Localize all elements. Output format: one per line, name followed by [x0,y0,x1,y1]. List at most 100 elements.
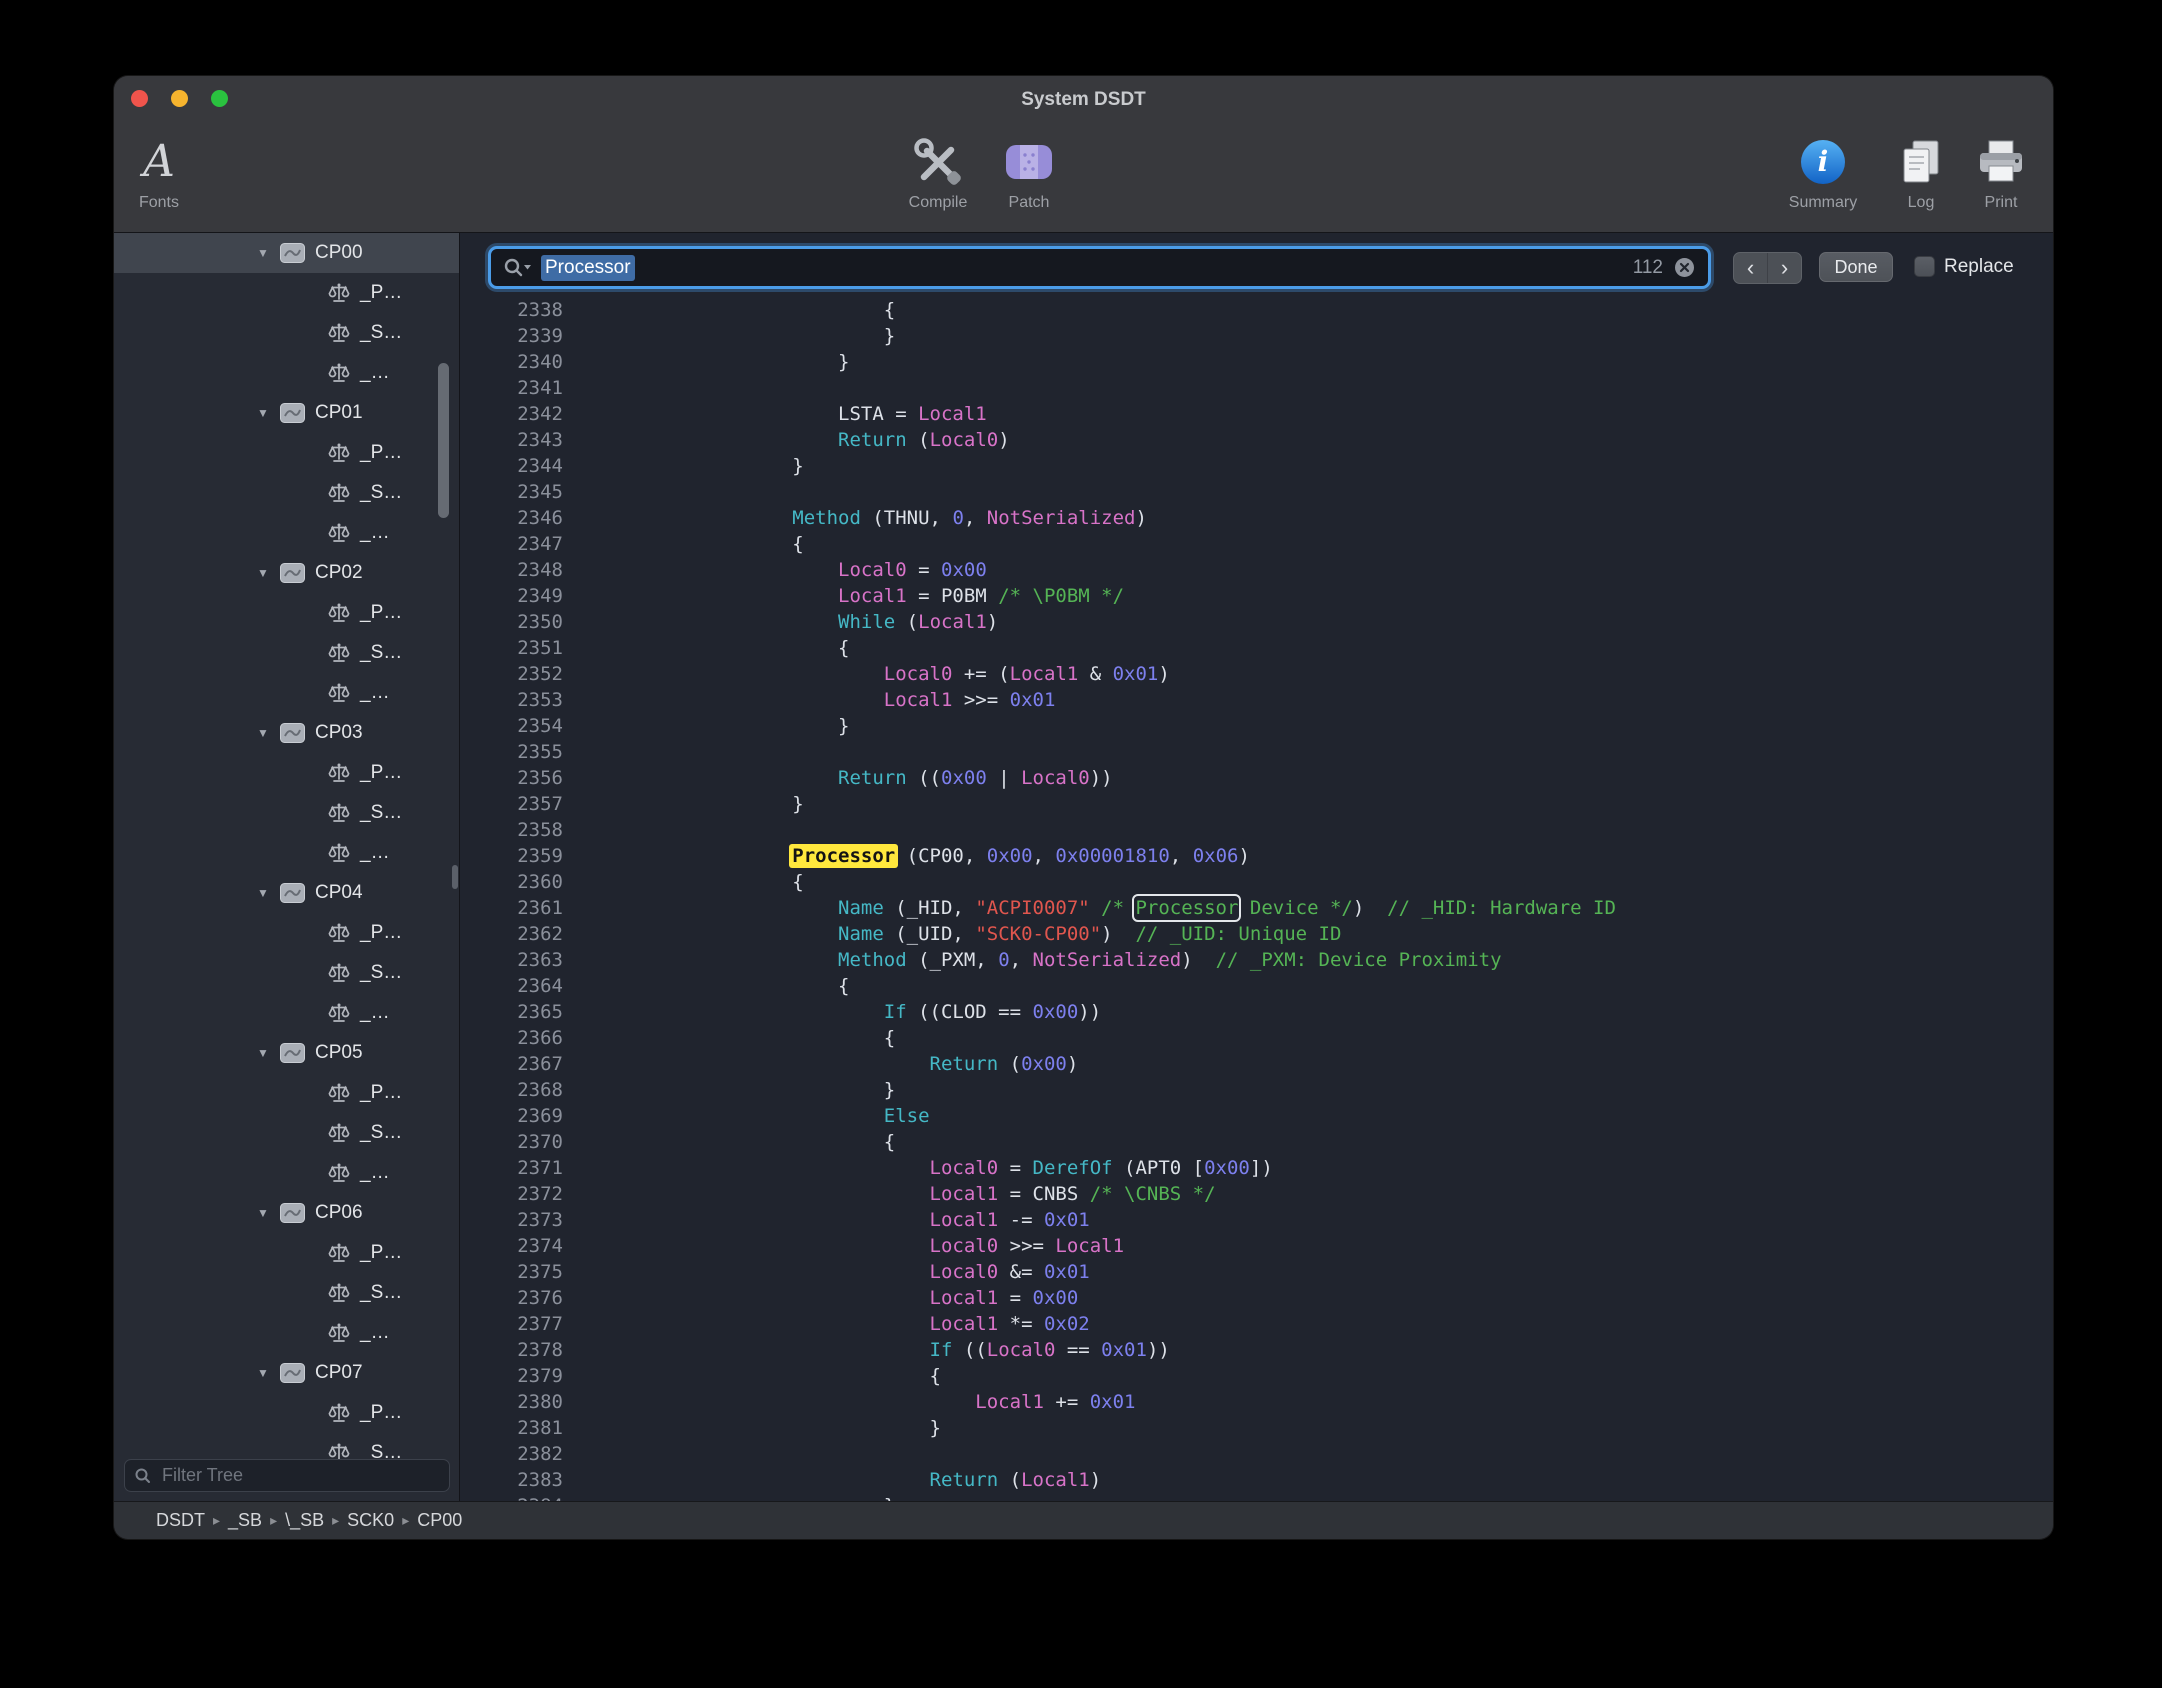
tree-item-node[interactable]: _… [114,1313,459,1353]
tree-item-p[interactable]: _P… [114,593,459,633]
tree-item-cp06[interactable]: ▼CP06 [114,1193,459,1233]
line-number: 2369 [460,1103,563,1129]
patch-button[interactable]: Patch [969,130,1089,212]
line-number: 2370 [460,1129,563,1155]
tree-item-label: CP07 [315,1362,363,1384]
tree-item-p[interactable]: _P… [114,913,459,953]
tree-item-node[interactable]: _… [114,673,459,713]
disclosure-triangle-icon[interactable]: ▼ [254,1366,272,1380]
tree-item-node[interactable]: _… [114,1153,459,1193]
breadcrumb-separator: ▸ [213,1512,220,1529]
tree-item-cp02[interactable]: ▼ CP02 [114,553,459,593]
breadcrumb-item[interactable]: CP00 [417,1510,462,1531]
splitter-handle[interactable] [452,865,458,889]
tree-item-p[interactable]: _P… [114,753,459,793]
disclosure-triangle-icon[interactable]: ▼ [254,246,272,260]
code-line: 2381 } [460,1415,2053,1441]
tree-item-label: _P… [360,1402,402,1424]
tree-item-s[interactable]: _S… [114,793,459,833]
disclosure-triangle-icon[interactable]: ▼ [254,566,272,580]
tree-item-cp04[interactable]: ▼ CP04 [114,873,459,913]
code-line: 2372 Local1 = CNBS /* \CNBS */ [460,1181,2053,1207]
breadcrumb-item[interactable]: DSDT [156,1510,205,1531]
next-match-button[interactable]: › [1768,253,1801,283]
summary-label: Summary [1789,194,1857,212]
tree-item-s[interactable]: _S… [114,1113,459,1153]
tree-item-cp01[interactable]: ▼CP01 [114,393,459,433]
tree-item-s[interactable]: _S… [114,953,459,993]
code-text: Local1 -= 0x01 [655,1207,1090,1233]
tree-item-node[interactable]: _… [114,833,459,873]
tree-item-cp00[interactable]: ▼CP00 [114,233,459,273]
print-button[interactable]: Print [1941,130,2053,212]
tree-item-s[interactable]: _S… [114,473,459,513]
tree-item-label: CP04 [315,882,363,904]
code-line: 2360 { [460,869,2053,895]
line-number: 2378 [460,1337,563,1363]
method-icon [328,962,350,984]
tree-item-s[interactable]: _S… [114,633,459,673]
disclosure-triangle-icon[interactable]: ▼ [254,406,272,420]
tree-item-p[interactable]: _P… [114,433,459,473]
disclosure-triangle-icon[interactable]: ▼ [254,1206,272,1220]
breadcrumb-item[interactable]: SCK0 [347,1510,394,1531]
line-number: 2371 [460,1155,563,1181]
method-icon [328,1282,350,1304]
tree-item-p[interactable]: _P… [114,273,459,313]
find-input[interactable]: Processor 112 [488,246,1711,289]
code-text: Return (0x00) [655,1051,1078,1077]
tree-item-node[interactable]: _… [114,353,459,393]
tree-item-p[interactable]: _P… [114,1073,459,1113]
tree-item-cp05[interactable]: ▼CP05 [114,1033,459,1073]
editor[interactable]: Processor 112 ‹ › Don [460,233,2053,1501]
filter-tree-input[interactable] [160,1464,440,1487]
disclosure-triangle-icon[interactable]: ▼ [254,886,272,900]
tree-item-node[interactable]: _… [114,513,459,553]
tree-item-label: _… [360,522,390,544]
breadcrumb-item[interactable]: \_SB [285,1510,324,1531]
code-text: } [655,1077,895,1103]
line-number: 2338 [460,297,563,323]
code-line: 2353 Local1 >>= 0x01 [460,687,2053,713]
clear-search-icon[interactable] [1673,256,1696,279]
method-icon [328,442,350,464]
tree-item-label: _P… [360,442,402,464]
line-number: 2365 [460,999,563,1025]
code-line: 2351 { [460,635,2053,661]
code-line: 2369 Else [460,1103,2053,1129]
previous-match-button[interactable]: ‹ [1734,253,1768,283]
breadcrumb-item[interactable]: _SB [228,1510,262,1531]
line-number: 2380 [460,1389,563,1415]
tree-item-p[interactable]: _P… [114,1393,459,1433]
replace-checkbox[interactable] [1914,256,1935,277]
tree-item-p[interactable]: _P… [114,1233,459,1273]
tree-item-cp07[interactable]: ▼ CP07 [114,1353,459,1393]
code-line: 2338 { [460,297,2053,323]
line-number: 2362 [460,921,563,947]
fonts-button[interactable]: A Fonts [114,130,219,212]
tree-item-node[interactable]: _… [114,993,459,1033]
tree-item-label: _… [360,1002,390,1024]
line-number: 2357 [460,791,563,817]
method-icon [328,282,350,304]
line-number: 2358 [460,817,563,843]
disclosure-triangle-icon[interactable]: ▼ [254,726,272,740]
done-button[interactable]: Done [1819,252,1893,282]
tree-item-s[interactable]: _S… [114,313,459,353]
sidebar-scrollbar[interactable] [438,363,449,518]
code-text: Name (_UID, "SCK0-CP00") // _UID: Unique… [655,921,1341,947]
code-text: } [655,713,849,739]
code-line: 2340 } [460,349,2053,375]
search-menu-icon[interactable] [503,257,533,279]
tree-item-label: CP02 [315,562,363,584]
code-line: 2356 Return ((0x00 | Local0)) [460,765,2053,791]
disclosure-triangle-icon[interactable]: ▼ [254,1046,272,1060]
code-line: 2364 { [460,973,2053,999]
tree-item-cp03[interactable]: ▼CP03 [114,713,459,753]
tree-item-s[interactable]: _S… [114,1273,459,1313]
method-icon [328,362,350,384]
tree-item-s[interactable]: _S… [114,1433,459,1459]
line-number: 2347 [460,531,563,557]
code-lines[interactable]: 2338 {2339 }2340 }23412342 LSTA = Local1… [460,297,2053,1501]
patch-label: Patch [1009,194,1050,212]
